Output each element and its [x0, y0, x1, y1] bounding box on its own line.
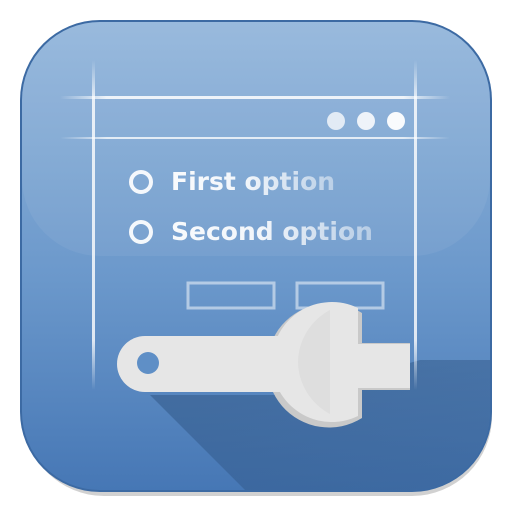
- window-left-line: [92, 60, 95, 390]
- option-label-first: First option: [171, 167, 335, 196]
- window-dot-icon: [327, 112, 345, 130]
- window-dot-icon: [387, 112, 405, 130]
- window-top-line: [60, 96, 450, 99]
- window-right-line: [414, 60, 417, 390]
- app-icon-graphic: First option Second option: [20, 20, 492, 496]
- window-dot-icon: [357, 112, 375, 130]
- app-icon: First option Second option: [0, 0, 512, 512]
- option-label-second: Second option: [171, 217, 373, 246]
- wrench-hole: [137, 352, 159, 374]
- window-title-divider: [60, 137, 450, 139]
